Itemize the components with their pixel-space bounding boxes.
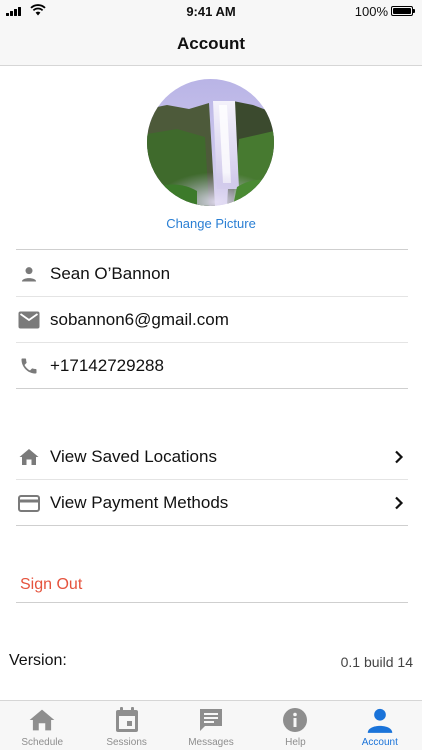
- calendar-icon: [113, 706, 141, 734]
- page-title: Account: [177, 34, 245, 53]
- user-name: Sean O’Bannon: [50, 264, 171, 283]
- version-value: 0.1 build 14: [340, 654, 413, 670]
- user-phone: +17142729288: [50, 356, 164, 375]
- mail-icon: [17, 308, 41, 332]
- tab-bar: Schedule Sessions Messages Help Account: [0, 700, 422, 750]
- credit-card-icon: [17, 491, 41, 515]
- tab-label: Sessions: [106, 737, 147, 748]
- tab-help[interactable]: Help: [253, 701, 337, 750]
- info-icon: [281, 706, 309, 734]
- chevron-right-icon: [395, 450, 404, 464]
- battery-icon: [391, 6, 415, 16]
- chevron-right-icon: [395, 496, 404, 510]
- user-email: sobannon6@gmail.com: [50, 310, 229, 329]
- battery-percent: 100%: [354, 4, 388, 19]
- phone-icon: [17, 354, 41, 378]
- tab-label: Schedule: [21, 737, 64, 748]
- view-saved-locations-row[interactable]: View Saved Locations: [16, 434, 408, 480]
- tab-schedule[interactable]: Schedule: [0, 701, 84, 750]
- avatar[interactable]: [147, 79, 274, 206]
- tab-label: Help: [285, 737, 306, 748]
- waterfall-photo: [147, 79, 274, 206]
- status-bar: 9:41 AM 100%: [0, 0, 422, 22]
- divider: [16, 388, 408, 389]
- tab-sessions[interactable]: Sessions: [84, 701, 168, 750]
- home-icon: [28, 706, 56, 734]
- phone-row: +17142729288: [16, 343, 408, 389]
- view-saved-locations-label: View Saved Locations: [50, 447, 217, 466]
- name-row: Sean O’Bannon: [16, 251, 408, 297]
- change-picture-link[interactable]: Change Picture: [0, 216, 422, 231]
- divider: [16, 602, 408, 603]
- tab-label: Account: [361, 737, 398, 748]
- message-icon: [197, 706, 225, 734]
- sign-out-button[interactable]: Sign Out: [20, 576, 82, 594]
- version-label: Version:: [9, 652, 67, 669]
- tab-messages[interactable]: Messages: [169, 701, 253, 750]
- navigation-bar: Account: [0, 22, 422, 66]
- home-icon: [17, 445, 41, 469]
- tab-account[interactable]: Account: [338, 701, 422, 750]
- divider: [16, 525, 408, 526]
- tab-label: Messages: [188, 737, 234, 748]
- person-icon: [17, 262, 41, 286]
- person-icon: [366, 706, 394, 734]
- email-row: sobannon6@gmail.com: [16, 297, 408, 343]
- view-payment-methods-label: View Payment Methods: [50, 493, 229, 512]
- divider: [16, 249, 408, 250]
- view-payment-methods-row[interactable]: View Payment Methods: [16, 480, 408, 526]
